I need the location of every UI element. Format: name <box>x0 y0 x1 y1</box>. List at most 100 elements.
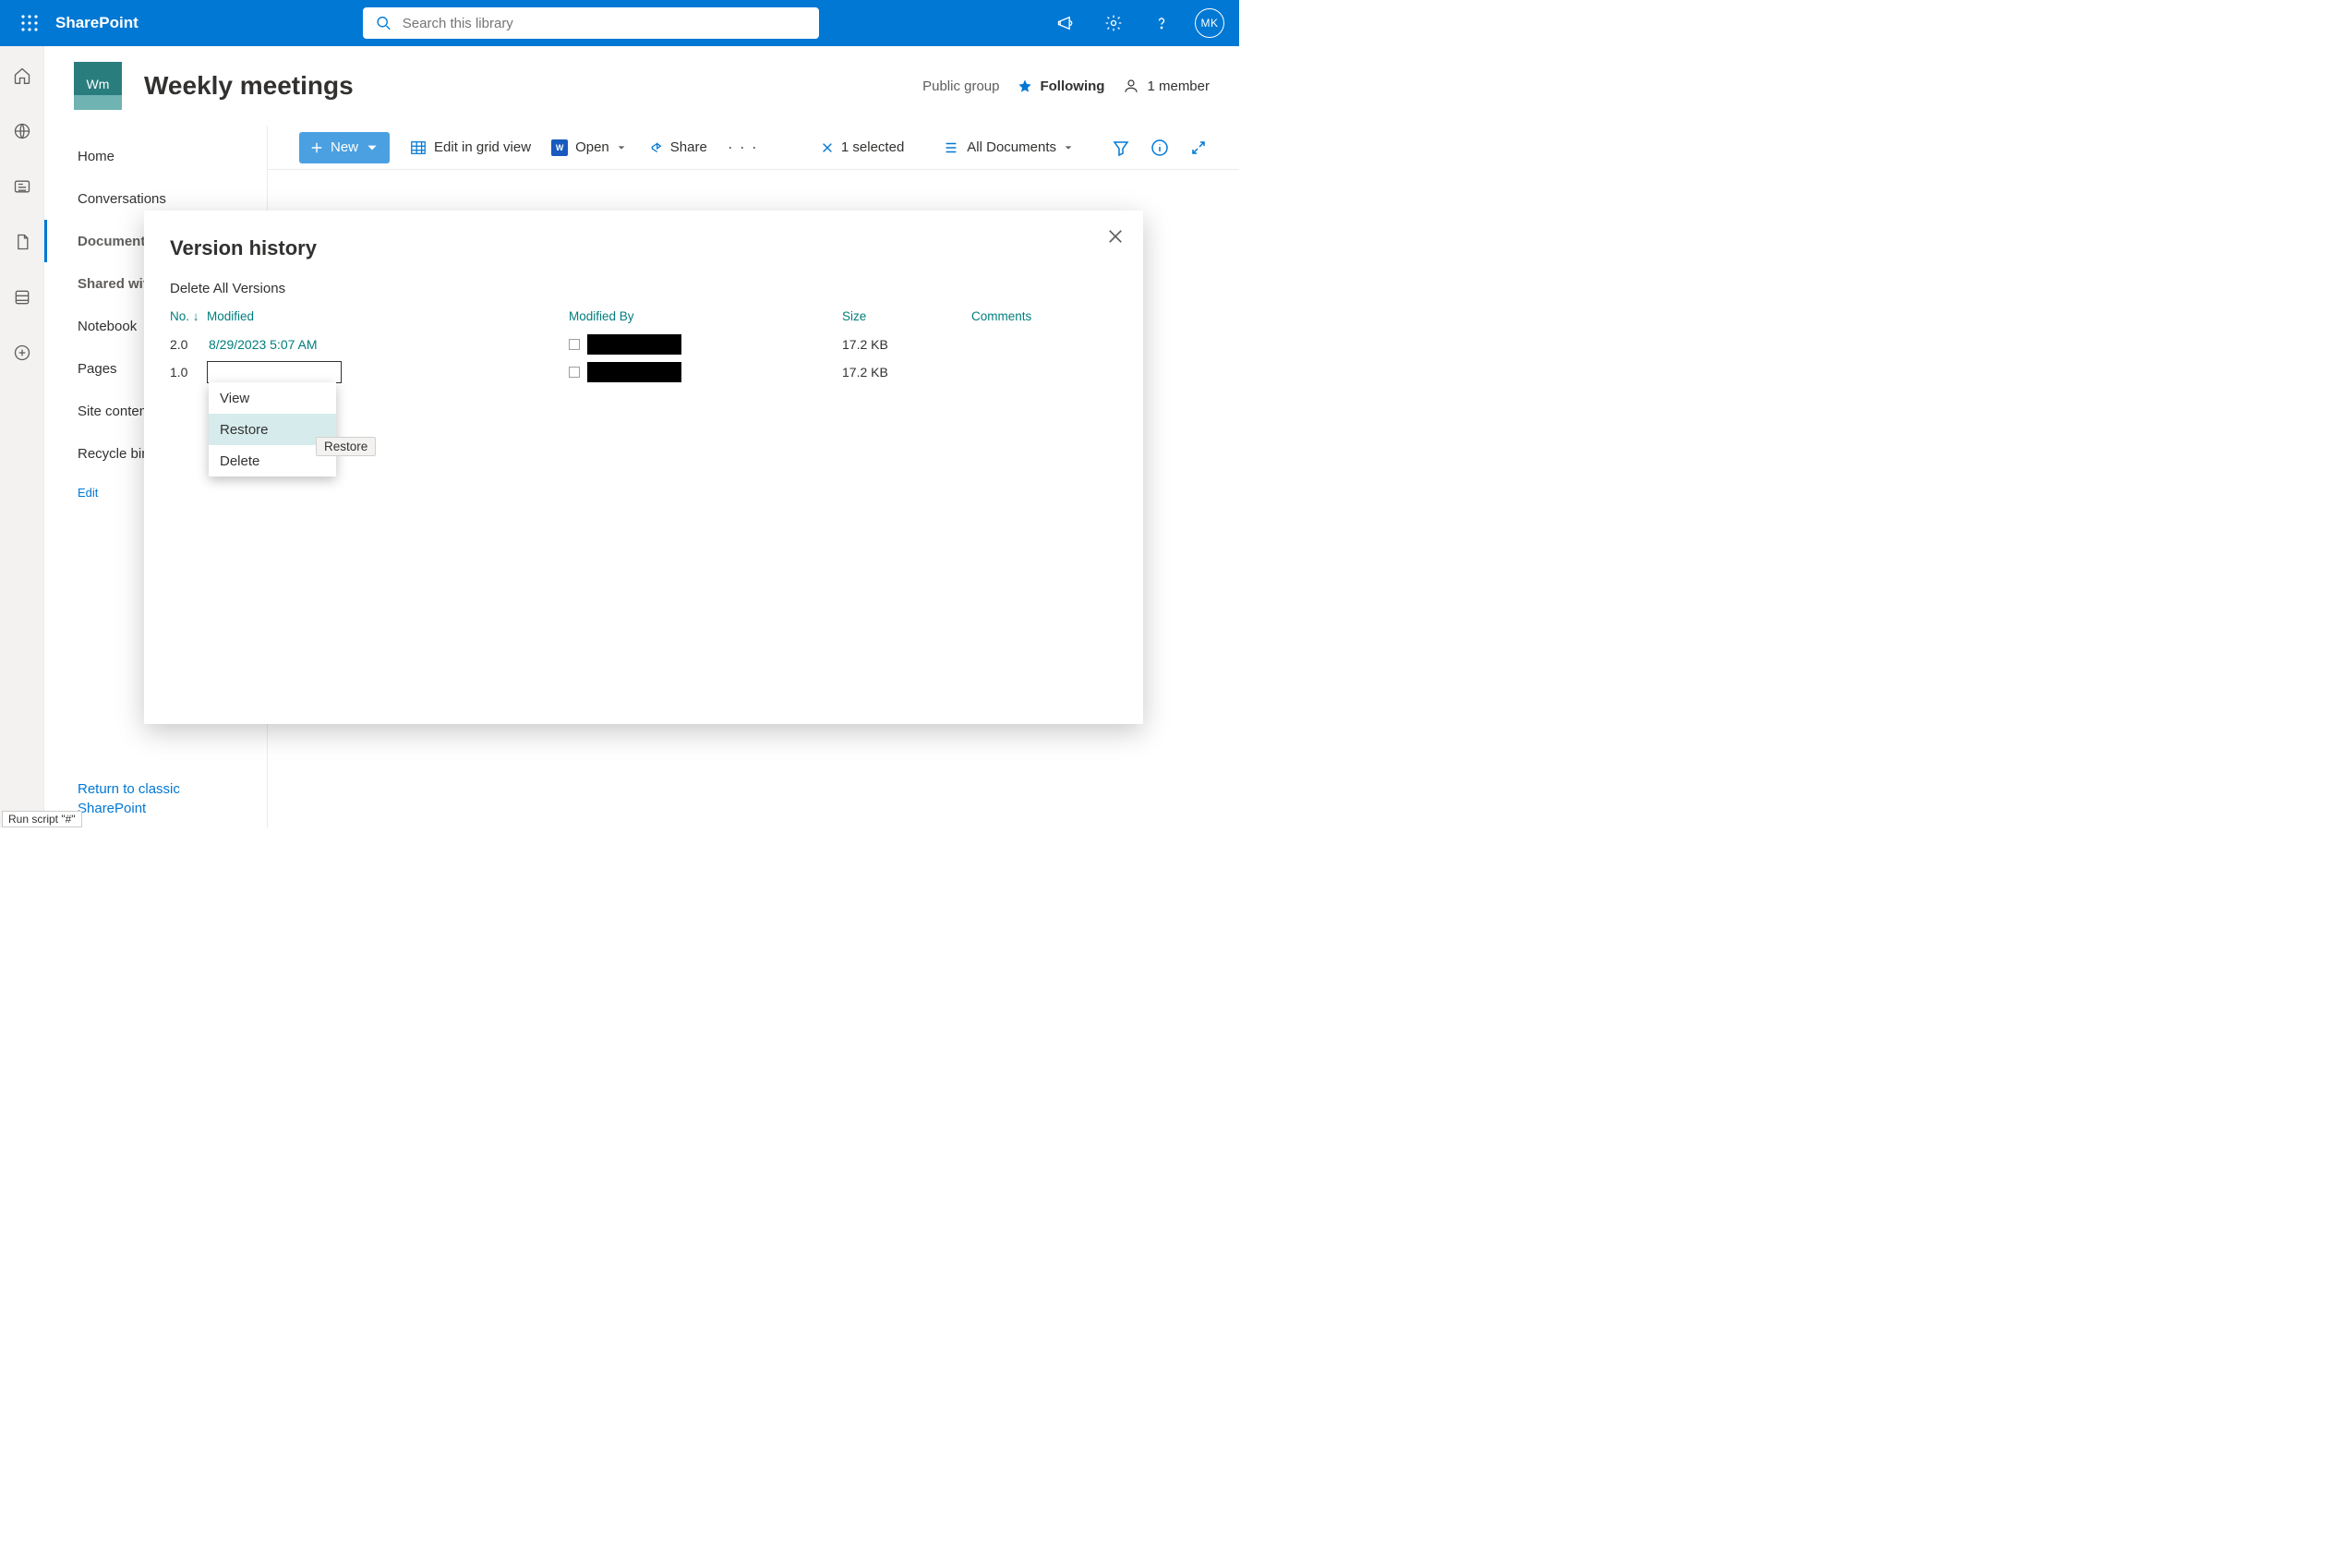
members-link[interactable]: 1 member <box>1123 78 1210 94</box>
rail-files[interactable] <box>4 223 41 260</box>
version-size: 17.2 KB <box>842 365 971 380</box>
command-bar-right-icons <box>1112 139 1208 157</box>
chevron-down-icon <box>1064 143 1073 152</box>
col-header-no[interactable]: No. ↓ <box>170 309 207 323</box>
version-table-header: No. ↓ Modified Modified By Size Comments <box>170 309 1121 323</box>
rail-home[interactable] <box>4 57 41 94</box>
site-logo-text: Wm <box>74 62 122 95</box>
menu-view[interactable]: View <box>209 382 336 414</box>
open-button[interactable]: W Open <box>551 139 626 156</box>
share-button[interactable]: Share <box>646 139 707 156</box>
global-header: SharePoint MK <box>0 0 1239 46</box>
plus-icon <box>310 141 323 154</box>
col-header-size[interactable]: Size <box>842 309 971 323</box>
expand-icon[interactable] <box>1189 139 1208 157</box>
search-box[interactable] <box>363 7 819 39</box>
version-modified-by <box>569 334 842 355</box>
col-header-modified-by[interactable]: Modified By <box>569 309 842 323</box>
more-actions-button[interactable]: · · · <box>728 138 758 157</box>
return-classic-link[interactable]: Return to classic SharePoint <box>78 779 180 818</box>
edit-grid-label: Edit in grid view <box>434 139 531 155</box>
version-row: 2.0 8/29/2023 5:07 AM 17.2 KB <box>170 331 1121 358</box>
app-launcher-button[interactable] <box>7 1 52 45</box>
account-button[interactable]: MK <box>1187 1 1232 45</box>
search-input[interactable] <box>403 16 806 31</box>
question-icon <box>1152 14 1171 32</box>
help-button[interactable] <box>1139 1 1184 45</box>
following-toggle[interactable]: Following <box>1018 78 1104 94</box>
globe-icon <box>13 122 31 140</box>
user-checkbox[interactable] <box>569 367 580 378</box>
version-modified-dropdown[interactable] <box>207 361 569 383</box>
return-classic-line1: Return to classic <box>78 781 180 797</box>
grid-icon <box>410 139 427 156</box>
col-header-comments[interactable]: Comments <box>971 309 1121 323</box>
members-label: 1 member <box>1147 78 1210 94</box>
info-icon[interactable] <box>1150 139 1169 157</box>
plus-circle-icon <box>13 344 31 362</box>
brand-label[interactable]: SharePoint <box>55 14 139 32</box>
settings-button[interactable] <box>1091 1 1136 45</box>
site-title[interactable]: Weekly meetings <box>144 71 354 101</box>
site-meta: Public group Following 1 member <box>922 78 1210 94</box>
view-selector[interactable]: All Documents <box>943 139 1073 156</box>
new-label: New <box>331 139 358 155</box>
version-context-menu: View Restore Delete <box>209 382 336 476</box>
user-name-redacted <box>587 362 681 382</box>
rail-create[interactable] <box>4 334 41 371</box>
header-actions: MK <box>1043 1 1232 45</box>
nav-home[interactable]: Home <box>44 135 267 177</box>
group-type-label: Public group <box>922 78 999 94</box>
site-logo-accent <box>74 95 122 110</box>
view-name-label: All Documents <box>967 139 1056 155</box>
col-header-modified[interactable]: Modified <box>207 309 569 323</box>
version-table: No. ↓ Modified Modified By Size Comments… <box>170 309 1121 386</box>
waffle-icon <box>20 14 39 32</box>
dialog-title: Version history <box>170 236 1121 260</box>
tooltip: Restore <box>316 437 376 456</box>
rail-lists[interactable] <box>4 279 41 316</box>
home-icon <box>13 66 31 85</box>
rail-news[interactable] <box>4 168 41 205</box>
rail-globe[interactable] <box>4 113 41 150</box>
view-list-icon <box>943 139 959 156</box>
chevron-down-icon <box>617 143 626 152</box>
list-icon <box>13 288 31 307</box>
search-icon <box>376 15 392 31</box>
word-icon: W <box>551 139 568 156</box>
version-no: 2.0 <box>170 337 207 352</box>
share-icon <box>646 139 663 156</box>
megaphone-button[interactable] <box>1043 1 1088 45</box>
site-logo[interactable]: Wm <box>74 62 122 110</box>
following-label: Following <box>1040 78 1104 94</box>
gear-icon <box>1104 14 1123 32</box>
version-no: 1.0 <box>170 365 207 380</box>
new-button[interactable]: New <box>299 132 390 163</box>
sort-desc-icon: ↓ <box>193 309 199 323</box>
dialog-close-button[interactable] <box>1106 227 1125 246</box>
user-checkbox[interactable] <box>569 339 580 350</box>
version-dropdown-trigger[interactable] <box>207 361 342 383</box>
command-bar: New Edit in grid view W Open Share · · ·… <box>268 126 1239 170</box>
document-icon <box>13 233 31 251</box>
version-modified-link[interactable]: 8/29/2023 5:07 AM <box>207 337 569 352</box>
open-label: Open <box>575 139 609 155</box>
news-icon <box>13 177 31 196</box>
edit-grid-button[interactable]: Edit in grid view <box>410 139 531 156</box>
browser-status-text: Run script "#" <box>2 811 82 827</box>
person-icon <box>1123 78 1139 94</box>
delete-all-versions-link[interactable]: Delete All Versions <box>170 281 285 296</box>
megaphone-icon <box>1056 14 1075 32</box>
return-classic-line2: SharePoint <box>78 801 146 816</box>
clear-selection-button[interactable]: 1 selected <box>821 139 904 155</box>
x-icon <box>821 141 834 154</box>
filter-icon[interactable] <box>1112 139 1130 157</box>
selection-count-label: 1 selected <box>841 139 904 155</box>
chevron-down-icon <box>366 141 379 154</box>
search-wrap <box>139 7 1043 39</box>
avatar: MK <box>1195 8 1224 38</box>
version-modified-by <box>569 362 842 382</box>
close-icon <box>1106 227 1125 246</box>
user-name-redacted <box>587 334 681 355</box>
site-header: Wm Weekly meetings Public group Followin… <box>44 46 1239 126</box>
